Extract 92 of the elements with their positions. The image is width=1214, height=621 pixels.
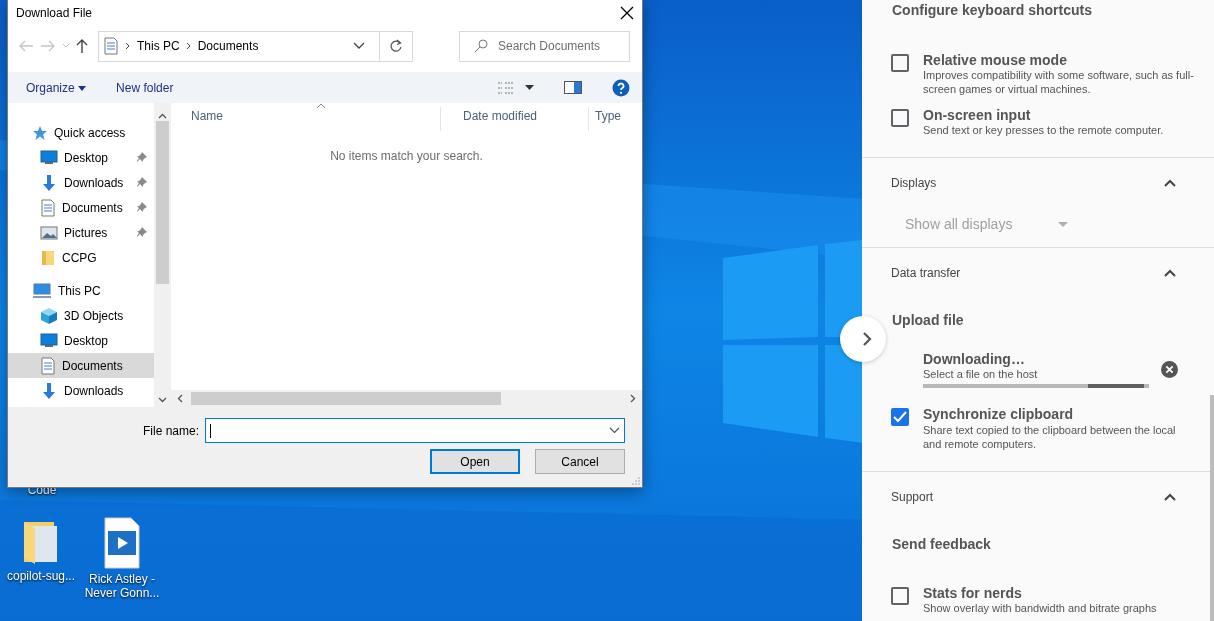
description: Send text or key presses to the remote computer.	[923, 123, 1164, 138]
checkbox-label: Relative mouse mode	[923, 52, 1068, 69]
picture-icon	[40, 225, 58, 240]
open-button[interactable]: Open	[430, 449, 520, 474]
up-arrow-icon[interactable]	[76, 38, 88, 54]
menu-link[interactable]: Configure keyboard shortcuts	[862, 0, 1214, 21]
new-folder-button[interactable]: New folder	[116, 78, 174, 97]
icon-label[interactable]: Rick Astley - Never Gonn...	[83, 573, 161, 601]
menu-link[interactable]: Send feedback	[862, 506, 1214, 556]
checkbox-label: Synchronize clipboard	[923, 406, 1075, 423]
chevron-up-icon[interactable]	[1164, 179, 1176, 188]
cube-icon	[40, 306, 58, 325]
refresh-icon	[389, 39, 403, 53]
chevron-up-icon	[158, 113, 167, 119]
help-icon[interactable]	[612, 78, 630, 97]
cancel-button[interactable]: Cancel	[535, 449, 625, 474]
tree-item[interactable]: CCPG	[8, 245, 154, 270]
caret-down-icon	[1058, 222, 1069, 228]
organize-menu[interactable]: Organize	[26, 78, 87, 97]
tree-item[interactable]: Documents	[8, 195, 154, 220]
tree-item[interactable]: Pictures	[8, 220, 154, 245]
empty-message: No items match your search.	[329, 148, 484, 165]
column-header[interactable]: Type	[589, 107, 629, 131]
preview-pane-icon[interactable]	[564, 81, 582, 94]
chevron-right-icon	[862, 331, 872, 347]
menu-link[interactable]: Upload file	[862, 282, 1214, 332]
document-icon	[40, 198, 56, 217]
monitor-icon	[40, 150, 58, 165]
checkbox[interactable]	[891, 587, 909, 606]
description: Improves compatibility with some software, such as full-screen games or virtual machines.	[923, 68, 1195, 97]
tree-item[interactable]: Desktop	[8, 328, 154, 353]
tree-item[interactable]: Documents	[8, 353, 154, 378]
chevron-right-icon	[185, 42, 192, 50]
tree-item[interactable]: This PC	[8, 278, 154, 303]
tree-item[interactable]: 3D Objects	[8, 303, 154, 328]
description: Share text copied to the clipboard between the local and remote computers.	[923, 422, 1177, 452]
field-label: File name:	[142, 422, 199, 440]
chevron-left-icon	[177, 394, 183, 403]
monitor-icon	[40, 333, 58, 348]
checkbox[interactable]	[891, 108, 909, 127]
address-bar[interactable]: This PC Documents	[98, 30, 380, 62]
section-header: Support	[891, 489, 934, 507]
select-label: Show all displays	[905, 215, 1013, 235]
folder-icon	[40, 249, 56, 266]
description: Select a file on the host	[923, 367, 1039, 382]
tree-item[interactable]: Quick access	[8, 120, 154, 145]
file-name-field[interactable]	[205, 418, 625, 443]
section-header: Data transfer	[891, 265, 961, 283]
scrollbar[interactable]	[154, 103, 171, 407]
search-icon	[474, 39, 488, 53]
star-icon	[32, 124, 48, 141]
description: Show overlay with bandwidth and bitrate graphs	[923, 601, 1157, 616]
tree-item[interactable]: Downloads	[8, 378, 154, 403]
scrollbar-thumb[interactable]	[191, 392, 501, 405]
document-icon	[40, 356, 56, 375]
window-title: Download File	[16, 5, 93, 22]
checkbox[interactable]	[891, 54, 909, 72]
scrollbar[interactable]	[171, 390, 642, 407]
icon-label[interactable]: copilot-sug...	[6, 570, 75, 584]
chevron-down-icon[interactable]	[353, 42, 365, 50]
chevron-down-icon	[158, 397, 167, 403]
scrollbar-thumb[interactable]	[156, 121, 169, 284]
chevron-up-icon[interactable]	[1164, 493, 1176, 502]
search-field[interactable]: Search Documents	[459, 30, 630, 62]
section-header: Displays	[891, 175, 937, 193]
checkbox-label: Stats for nerds	[923, 585, 1023, 602]
document-icon	[103, 37, 119, 55]
column-header[interactable]: Date modified	[441, 107, 589, 131]
caret-down-icon	[78, 85, 87, 91]
column-header[interactable]: Name	[171, 107, 441, 131]
download-arrow-icon	[40, 381, 58, 400]
chevron-down-icon	[609, 427, 620, 434]
tree-item[interactable]: Downloads	[8, 170, 154, 195]
caret-down-icon[interactable]	[525, 85, 534, 90]
refresh-button[interactable]	[379, 30, 413, 62]
chevron-right-icon	[630, 394, 636, 403]
chevron-right-icon	[125, 42, 131, 50]
scrollbar-thumb[interactable]	[1210, 395, 1214, 621]
checkbox[interactable]	[891, 408, 909, 427]
sort-ascending-icon	[316, 103, 326, 109]
computer-icon	[32, 282, 52, 299]
path-segment[interactable]: This PC	[137, 37, 180, 55]
status-label: Downloading…	[923, 351, 1026, 368]
resize-grip-icon[interactable]	[631, 476, 640, 485]
tree-item[interactable]: Desktop	[8, 145, 154, 170]
checkbox-label: On-screen input	[923, 106, 1032, 123]
download-arrow-icon	[40, 173, 58, 192]
chevron-up-icon[interactable]	[1164, 269, 1176, 278]
cancel-icon[interactable]	[1161, 360, 1178, 380]
path-segment[interactable]: Documents	[197, 37, 259, 55]
video-file-icon	[102, 517, 142, 569]
close-icon[interactable]	[620, 6, 634, 20]
